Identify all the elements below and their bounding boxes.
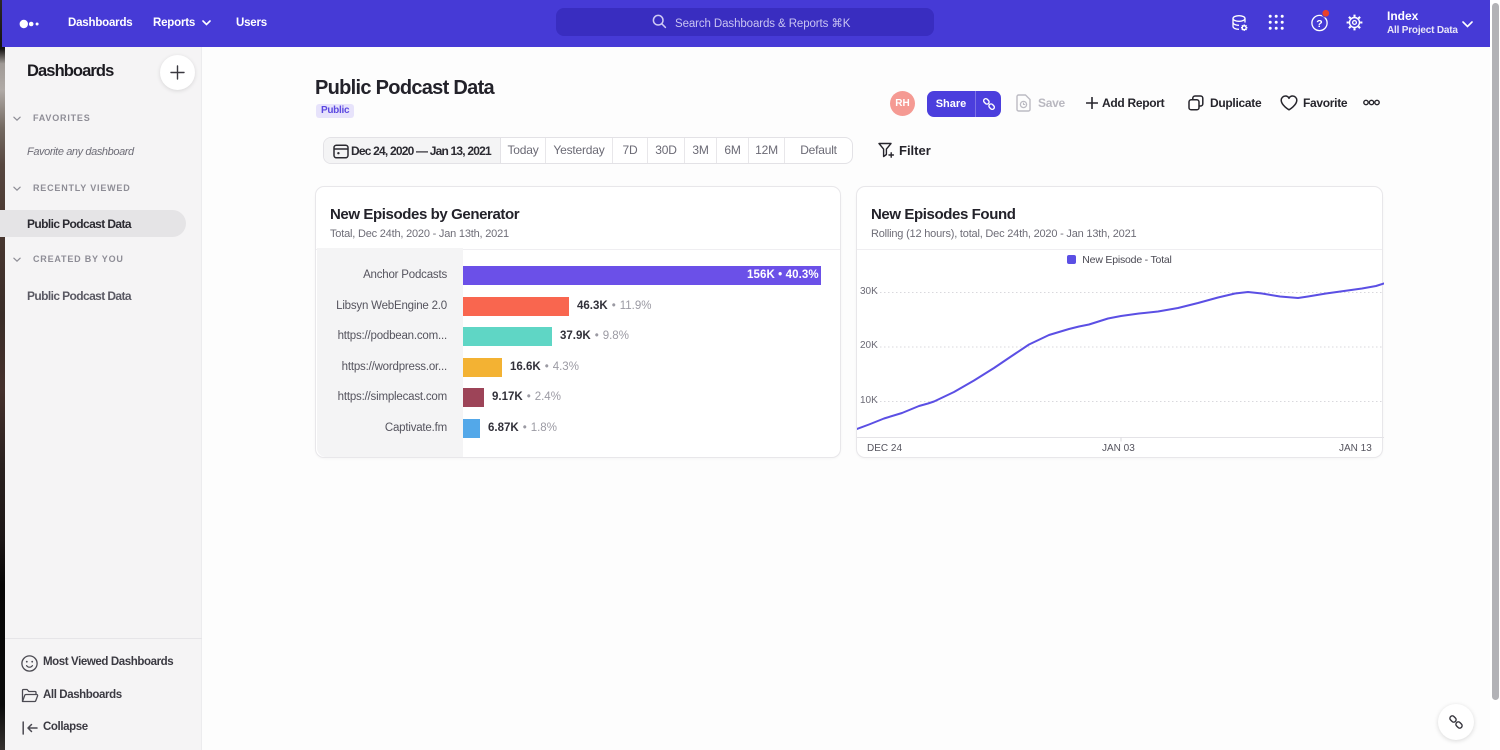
svg-text:?: ? bbox=[1316, 18, 1322, 30]
